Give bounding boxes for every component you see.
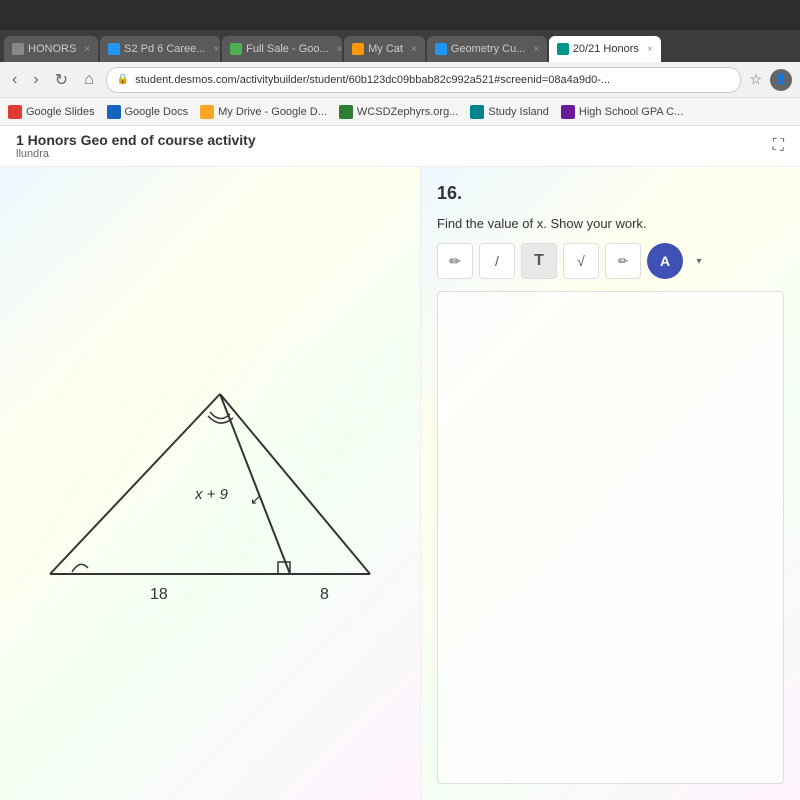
bookmark-icon-wcsd xyxy=(339,105,353,119)
pencil-icon: ✏ xyxy=(449,253,461,270)
tab-close-honors[interactable]: × xyxy=(84,44,90,55)
tab-close-fullsale[interactable]: × xyxy=(337,44,342,55)
bookmark-label-google-docs: Google Docs xyxy=(125,106,189,118)
text-icon: T xyxy=(534,252,544,270)
tab-close-s2pd6[interactable]: × xyxy=(213,44,219,55)
bookmark-label-school-gpa: High School GPA C... xyxy=(579,106,683,118)
bookmark-star-button[interactable]: ☆ xyxy=(749,71,762,88)
bookmark-icon-google-docs xyxy=(107,105,121,119)
url-box[interactable]: 🔒 student.desmos.com/activitybuilder/stu… xyxy=(106,67,742,93)
bookmark-my-drive[interactable]: My Drive - Google D... xyxy=(200,105,327,119)
bookmark-label-study-island: Study Island xyxy=(488,106,549,118)
bookmark-wcsd[interactable]: WCSDZephyrs.org... xyxy=(339,105,458,119)
answer-area[interactable] xyxy=(437,291,784,784)
back-button[interactable]: ‹ xyxy=(8,69,21,91)
tab-favicon-geocur xyxy=(435,43,447,55)
tab-favicon-fullsale xyxy=(230,43,242,55)
tab-label-geocur: Geometry Cu... xyxy=(451,43,526,55)
tab-favicon-mycat xyxy=(352,43,364,55)
page-header: 1 Honors Geo end of course activity llun… xyxy=(0,126,800,167)
bookmark-icon-my-drive xyxy=(200,105,214,119)
tab-label-mycat: My Cat xyxy=(368,43,403,55)
tab-honors[interactable]: HONORS × xyxy=(4,36,98,62)
home-button[interactable]: ⌂ xyxy=(80,69,98,91)
eraser-icon: ✏ xyxy=(618,254,628,268)
question-text: Find the value of x. Show your work. xyxy=(437,216,784,231)
sqrt-icon: √ xyxy=(577,253,585,269)
bookmark-icon-study-island xyxy=(470,105,484,119)
question-number: 16. xyxy=(437,183,784,204)
tab-bar: HONORS × S2 Pd 6 Caree... × Full Sale - … xyxy=(0,30,800,62)
tab-favicon-s2pd6 xyxy=(108,43,120,55)
tab-favicon-20-21honors xyxy=(557,43,569,55)
bookmark-google-slides[interactable]: Google Slides xyxy=(8,105,95,119)
svg-text:↙: ↙ xyxy=(250,491,262,507)
color-icon: A xyxy=(660,253,670,269)
bookmark-icon-school-gpa xyxy=(561,105,575,119)
tab-close-mycat[interactable]: × xyxy=(411,44,417,55)
page-title: 1 Honors Geo end of course activity xyxy=(16,132,256,148)
bookmark-google-docs[interactable]: Google Docs xyxy=(107,105,189,119)
triangle-container: x + 9 ↙ 18 8 xyxy=(20,344,400,624)
chevron-down-icon: ▾ xyxy=(696,256,701,267)
color-dropdown-button[interactable]: ▾ xyxy=(689,243,709,279)
svg-text:8: 8 xyxy=(320,586,329,603)
sqrt-tool-button[interactable]: √ xyxy=(563,243,599,279)
forward-button[interactable]: › xyxy=(29,69,42,91)
tab-mycat[interactable]: My Cat × xyxy=(344,36,425,62)
color-tool-button[interactable]: A xyxy=(647,243,683,279)
tab-label-fullsale: Full Sale - Goo... xyxy=(246,43,329,55)
bookmark-study-island[interactable]: Study Island xyxy=(470,105,549,119)
lock-icon: 🔒 xyxy=(117,74,129,85)
url-text: student.desmos.com/activitybuilder/stude… xyxy=(135,74,610,86)
triangle-diagram: x + 9 ↙ 18 8 xyxy=(20,344,400,624)
expand-icon[interactable]: ⛶ xyxy=(773,137,784,155)
tab-s2pd6[interactable]: S2 Pd 6 Caree... × xyxy=(100,36,220,62)
drawing-toolbar: ✏ / T √ ✏ A ▾ xyxy=(437,243,784,279)
tab-label-s2pd6: S2 Pd 6 Caree... xyxy=(124,43,205,55)
tab-label-20-21honors: 20/21 Honors xyxy=(573,43,639,55)
address-bar: ‹ › ↻ ⌂ 🔒 student.desmos.com/activitybui… xyxy=(0,62,800,98)
eraser-tool-button[interactable]: ✏ xyxy=(605,243,641,279)
svg-text:x + 9: x + 9 xyxy=(194,486,229,503)
profile-icon: 👤 xyxy=(775,74,787,85)
page-content: 1 Honors Geo end of course activity llun… xyxy=(0,126,800,800)
tab-favicon-honors xyxy=(12,43,24,55)
text-tool-button[interactable]: T xyxy=(521,243,557,279)
pencil-tool-button[interactable]: ✏ xyxy=(437,243,473,279)
tab-label-honors: HONORS xyxy=(28,43,76,55)
main-area: x + 9 ↙ 18 8 16. Find the value of x. Sh… xyxy=(0,167,800,800)
tab-fullsale[interactable]: Full Sale - Goo... × xyxy=(222,36,342,62)
left-panel: x + 9 ↙ 18 8 xyxy=(0,167,420,800)
reload-button[interactable]: ↻ xyxy=(51,68,72,92)
tab-close-20-21honors[interactable]: × xyxy=(647,44,653,55)
browser-chrome xyxy=(0,0,800,30)
page-title-area: 1 Honors Geo end of course activity llun… xyxy=(16,132,256,160)
bookmarks-bar: Google Slides Google Docs My Drive - Goo… xyxy=(0,98,800,126)
line-icon: / xyxy=(495,253,499,269)
bookmark-school-gpa[interactable]: High School GPA C... xyxy=(561,105,683,119)
page-subtitle: llundra xyxy=(16,148,256,160)
bookmark-label-google-slides: Google Slides xyxy=(26,106,95,118)
tab-close-geocur[interactable]: × xyxy=(533,44,539,55)
line-tool-button[interactable]: / xyxy=(479,243,515,279)
bookmark-label-wcsd: WCSDZephyrs.org... xyxy=(357,106,458,118)
profile-button[interactable]: 👤 xyxy=(770,69,792,91)
bookmark-icon-google-slides xyxy=(8,105,22,119)
right-panel: 16. Find the value of x. Show your work.… xyxy=(420,167,800,800)
svg-text:18: 18 xyxy=(150,586,168,603)
tab-20-21honors[interactable]: 20/21 Honors × xyxy=(549,36,661,62)
bookmark-label-my-drive: My Drive - Google D... xyxy=(218,106,327,118)
tab-geocur[interactable]: Geometry Cu... × xyxy=(427,36,547,62)
